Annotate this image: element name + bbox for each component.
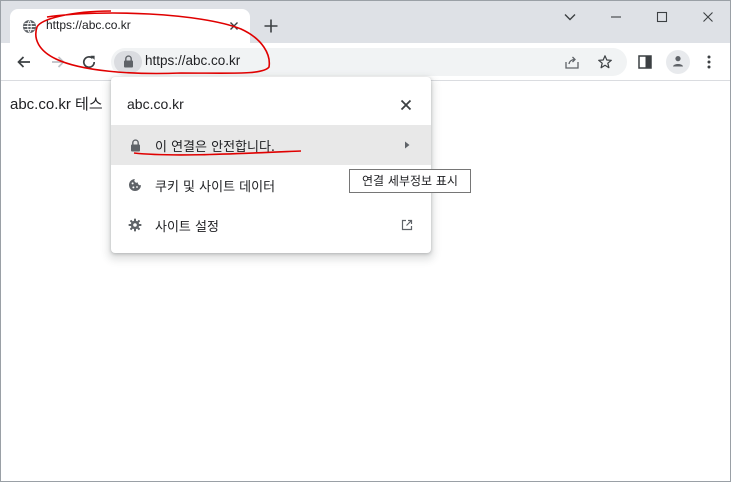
profile-avatar[interactable] xyxy=(666,50,690,74)
site-settings-row[interactable]: 사이트 설정 xyxy=(111,205,431,245)
minimize-button[interactable] xyxy=(593,1,639,33)
tab-strip: https://abc.co.kr xyxy=(1,1,730,43)
connection-secure-label: 이 연결은 안전합니다. xyxy=(155,140,276,155)
site-settings-label: 사이트 설정 xyxy=(155,220,219,235)
reload-button[interactable] xyxy=(77,50,101,74)
tab-close-icon[interactable] xyxy=(226,18,242,34)
popup-site-name: abc.co.kr xyxy=(127,96,184,112)
globe-icon xyxy=(22,19,37,34)
tab-title: https://abc.co.kr xyxy=(46,18,131,32)
open-external-icon xyxy=(399,217,415,233)
browser-window: https://abc.co.kr https://abc.co.kr abc.… xyxy=(0,0,731,482)
site-info-button[interactable] xyxy=(114,51,142,73)
connection-details-tooltip: 연결 세부정보 표시 xyxy=(349,169,471,193)
forward-button[interactable] xyxy=(46,50,70,74)
browser-tab[interactable]: https://abc.co.kr xyxy=(10,9,250,43)
site-info-popup: abc.co.kr 이 연결은 안전합니다. 쿠키 및 사이트 데이터 사이트 … xyxy=(111,77,431,253)
maximize-button[interactable] xyxy=(639,1,685,33)
back-button[interactable] xyxy=(12,50,36,74)
cookies-label: 쿠키 및 사이트 데이터 xyxy=(155,180,276,195)
share-icon[interactable] xyxy=(563,53,581,71)
more-menu-icon[interactable] xyxy=(699,52,719,72)
arrow-right-icon xyxy=(399,137,415,153)
tab-search-chevron-down-icon[interactable] xyxy=(547,1,593,33)
connection-secure-row[interactable]: 이 연결은 안전합니다. xyxy=(111,125,431,165)
address-bar[interactable]: https://abc.co.kr xyxy=(111,48,627,76)
page-content-text: abc.co.kr 테스 xyxy=(10,96,103,113)
lock-icon xyxy=(127,137,143,153)
browser-toolbar: https://abc.co.kr xyxy=(1,43,730,81)
new-tab-button[interactable] xyxy=(261,16,281,36)
side-panel-icon[interactable] xyxy=(635,52,655,72)
cookie-icon xyxy=(127,177,143,193)
lock-icon xyxy=(123,53,134,72)
url-text[interactable]: https://abc.co.kr xyxy=(145,53,240,68)
person-icon xyxy=(671,53,685,72)
gear-icon xyxy=(127,217,143,233)
close-icon[interactable] xyxy=(397,96,415,114)
close-window-button[interactable] xyxy=(685,1,730,33)
star-bookmark-icon[interactable] xyxy=(596,53,614,71)
